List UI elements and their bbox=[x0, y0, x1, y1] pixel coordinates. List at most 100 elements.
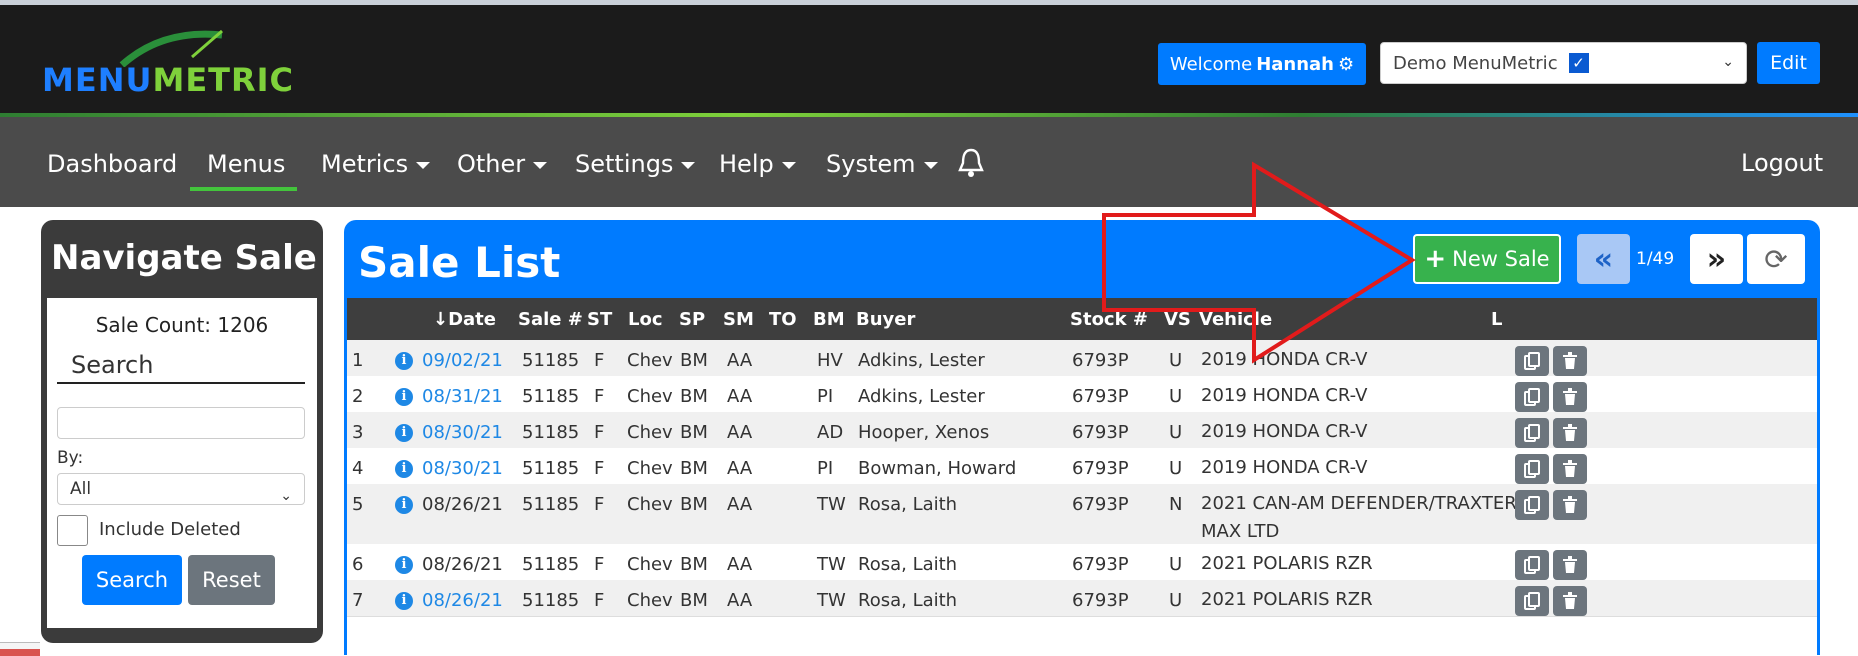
cell-vehicle: 2019 HONDA CR-V bbox=[1201, 385, 1368, 406]
edit-button[interactable]: Edit bbox=[1757, 42, 1820, 84]
by-label: By: bbox=[57, 448, 84, 468]
cell-bm: AD bbox=[817, 422, 844, 443]
cell-date[interactable]: 08/31/21 bbox=[422, 386, 503, 407]
nav-metrics[interactable]: Metrics bbox=[321, 149, 431, 179]
search-input[interactable] bbox=[57, 407, 305, 439]
nav-other[interactable]: Other bbox=[457, 149, 548, 179]
copy-button[interactable] bbox=[1515, 550, 1549, 580]
table-row[interactable]: i 3 08/30/21 51185 F Chev BM AA AD Hooper, Xenos 6… bbox=[347, 412, 1817, 449]
cell-date[interactable]: 09/02/21 bbox=[422, 350, 503, 371]
delete-button[interactable] bbox=[1553, 382, 1587, 412]
reset-button[interactable]: Reset bbox=[188, 555, 275, 605]
sale-list-panel: Sale List + New Sale « 1/49 » ⟳ ↓Date Sa… bbox=[344, 220, 1820, 655]
new-sale-button[interactable]: + New Sale bbox=[1413, 234, 1561, 284]
col-loc[interactable]: Loc bbox=[628, 309, 663, 330]
delete-button[interactable] bbox=[1553, 490, 1587, 520]
delete-button[interactable] bbox=[1553, 586, 1587, 616]
info-icon[interactable]: i bbox=[395, 496, 413, 514]
caret-down-icon bbox=[681, 161, 696, 169]
search-by-value: All bbox=[70, 479, 92, 499]
cell-st: F bbox=[594, 554, 605, 575]
dealer-select[interactable]: Demo MenuMetric ✓ ⌄ bbox=[1380, 42, 1747, 84]
cell-loc: Chev bbox=[627, 350, 673, 371]
chevron-down-icon: ⌄ bbox=[1722, 54, 1734, 70]
cell-bm: PI bbox=[817, 458, 834, 479]
copy-button[interactable] bbox=[1515, 346, 1549, 376]
col-bm[interactable]: BM bbox=[813, 309, 845, 330]
cell-sale: 51185 bbox=[522, 458, 580, 479]
table-row[interactable]: i 1 09/02/21 51185 F Chev BM AA HV Adkins, Lester… bbox=[347, 340, 1817, 377]
nav-system[interactable]: System bbox=[826, 149, 938, 179]
col-buyer[interactable]: Buyer bbox=[856, 309, 915, 330]
table-row[interactable]: i 4 08/30/21 51185 F Chev BM AA PI Bowman, Howard… bbox=[347, 448, 1817, 485]
table-row[interactable]: i 5 08/26/21 51185 F Chev BM AA TW Rosa, Laith 679… bbox=[347, 484, 1817, 545]
delete-button[interactable] bbox=[1553, 418, 1587, 448]
col-stock-number[interactable]: Stock # bbox=[1070, 309, 1148, 330]
col-sp[interactable]: SP bbox=[679, 309, 705, 330]
plus-icon: + bbox=[1424, 244, 1447, 274]
copy-button[interactable] bbox=[1515, 454, 1549, 484]
navigate-sale-panel: Navigate Sale Sale Count: 1206 Search By… bbox=[41, 220, 323, 643]
col-l[interactable]: L bbox=[1491, 309, 1502, 330]
search-button[interactable]: Search bbox=[82, 555, 182, 605]
info-icon[interactable]: i bbox=[395, 460, 413, 478]
nav-menus[interactable]: Menus bbox=[207, 149, 285, 179]
cell-date[interactable]: 08/30/21 bbox=[422, 422, 503, 443]
copy-icon bbox=[1524, 388, 1540, 406]
cell-stock: 6793P bbox=[1072, 422, 1129, 443]
col-to[interactable]: TO bbox=[769, 309, 797, 330]
next-page-button[interactable]: » bbox=[1690, 234, 1743, 284]
search-heading: Search bbox=[57, 346, 305, 384]
cell-n: 7 bbox=[352, 590, 364, 611]
copy-button[interactable] bbox=[1515, 490, 1549, 520]
prev-page-button[interactable]: « bbox=[1577, 234, 1630, 284]
logout-link[interactable]: Logout bbox=[1741, 149, 1823, 177]
cell-stock: 6793P bbox=[1072, 386, 1129, 407]
col-vehicle[interactable]: Vehicle bbox=[1199, 309, 1272, 330]
cell-sp: BM bbox=[680, 554, 708, 575]
welcome-button[interactable]: Welcome Hannah ⚙ bbox=[1158, 43, 1366, 85]
table-row[interactable]: i 6 08/26/21 51185 F Chev BM AA TW Rosa, Laith 679… bbox=[347, 544, 1817, 581]
info-icon[interactable]: i bbox=[395, 592, 413, 610]
delete-button[interactable] bbox=[1553, 454, 1587, 484]
search-by-select[interactable]: All ⌄ bbox=[57, 473, 305, 505]
include-deleted-checkbox[interactable] bbox=[57, 515, 88, 546]
nav-help[interactable]: Help bbox=[719, 149, 796, 179]
delete-button[interactable] bbox=[1553, 550, 1587, 580]
info-icon[interactable]: i bbox=[395, 556, 413, 574]
info-icon[interactable]: i bbox=[395, 424, 413, 442]
delete-button[interactable] bbox=[1553, 346, 1587, 376]
col-sm[interactable]: SM bbox=[723, 309, 754, 330]
cell-n: 3 bbox=[352, 422, 364, 443]
dealer-select-value: Demo MenuMetric bbox=[1393, 52, 1558, 74]
cell-vs: N bbox=[1169, 494, 1183, 515]
include-deleted-label: Include Deleted bbox=[99, 519, 241, 540]
cell-sp: BM bbox=[680, 458, 708, 479]
cell-date[interactable]: 08/26/21 bbox=[422, 590, 503, 611]
copy-button[interactable] bbox=[1515, 418, 1549, 448]
col-sale-number[interactable]: Sale # bbox=[518, 309, 583, 330]
copy-button[interactable] bbox=[1515, 382, 1549, 412]
page-indicator: 1/49 bbox=[1636, 249, 1675, 269]
bottom-left-tab bbox=[0, 642, 40, 656]
info-icon[interactable]: i bbox=[395, 352, 413, 370]
cell-bm: PI bbox=[817, 386, 834, 407]
cell-sm: AA bbox=[727, 590, 753, 611]
cell-bm: TW bbox=[817, 494, 846, 515]
col-st[interactable]: ST bbox=[587, 309, 612, 330]
bell-icon[interactable] bbox=[956, 147, 986, 179]
cell-date[interactable]: 08/30/21 bbox=[422, 458, 503, 479]
refresh-button[interactable]: ⟳ bbox=[1747, 234, 1805, 284]
col-date[interactable]: ↓Date bbox=[433, 309, 496, 330]
col-vs[interactable]: VS bbox=[1164, 309, 1191, 330]
nav-dashboard[interactable]: Dashboard bbox=[47, 149, 177, 179]
info-icon[interactable]: i bbox=[395, 388, 413, 406]
table-row[interactable]: i 7 08/26/21 51185 F Chev BM AA TW Rosa, Laith 679… bbox=[347, 580, 1817, 617]
cell-vs: U bbox=[1169, 554, 1183, 575]
nav-settings[interactable]: Settings bbox=[575, 149, 696, 179]
menumetric-logo[interactable]: MENUMETRIC bbox=[42, 27, 332, 99]
new-sale-label: New Sale bbox=[1452, 247, 1550, 271]
copy-button[interactable] bbox=[1515, 586, 1549, 616]
table-row[interactable]: i 2 08/31/21 51185 F Chev BM AA PI Adkins, Lester… bbox=[347, 376, 1817, 413]
copy-icon bbox=[1524, 424, 1540, 442]
